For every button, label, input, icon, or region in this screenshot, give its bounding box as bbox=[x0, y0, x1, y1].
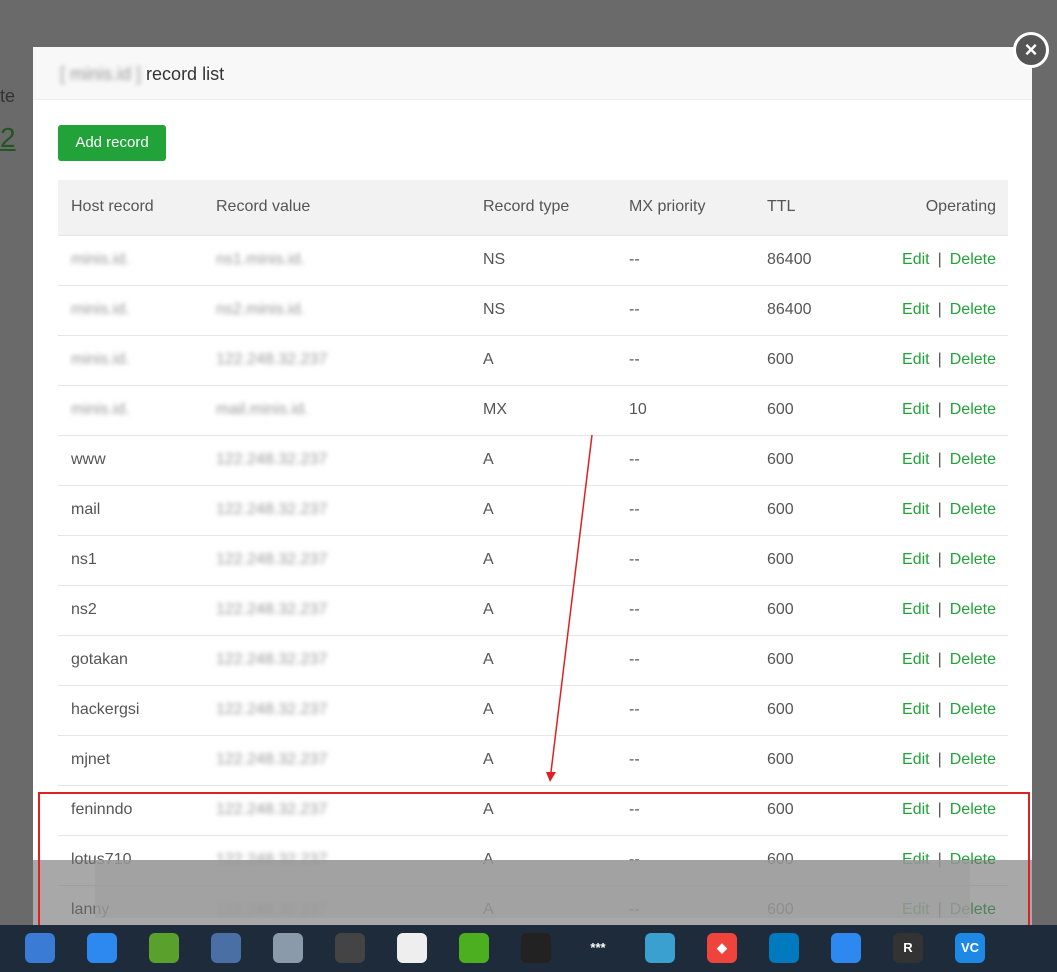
paint-icon[interactable] bbox=[645, 933, 675, 963]
taskbar: *** ◆ R VC bbox=[0, 925, 1057, 972]
notepad-icon[interactable] bbox=[149, 933, 179, 963]
speedtest-icon[interactable] bbox=[521, 933, 551, 963]
remote-desktop-icon[interactable] bbox=[831, 933, 861, 963]
cloud-icon[interactable] bbox=[273, 933, 303, 963]
browser-icon[interactable] bbox=[87, 933, 117, 963]
app-green-icon[interactable] bbox=[459, 933, 489, 963]
vnc-icon[interactable]: VC bbox=[955, 933, 985, 963]
thunderbird-icon[interactable] bbox=[25, 933, 55, 963]
keepass-icon[interactable] bbox=[211, 933, 241, 963]
anydesk-icon[interactable]: ◆ bbox=[707, 933, 737, 963]
calculator-icon[interactable] bbox=[397, 933, 427, 963]
annotation-arrowhead bbox=[546, 772, 556, 782]
annotation-arrow bbox=[550, 434, 593, 773]
rstudio-icon[interactable]: R bbox=[893, 933, 923, 963]
trello-icon[interactable] bbox=[769, 933, 799, 963]
photoscape-icon[interactable] bbox=[335, 933, 365, 963]
password-icon[interactable]: *** bbox=[583, 933, 613, 963]
annotation-highlight-box bbox=[38, 792, 1030, 930]
